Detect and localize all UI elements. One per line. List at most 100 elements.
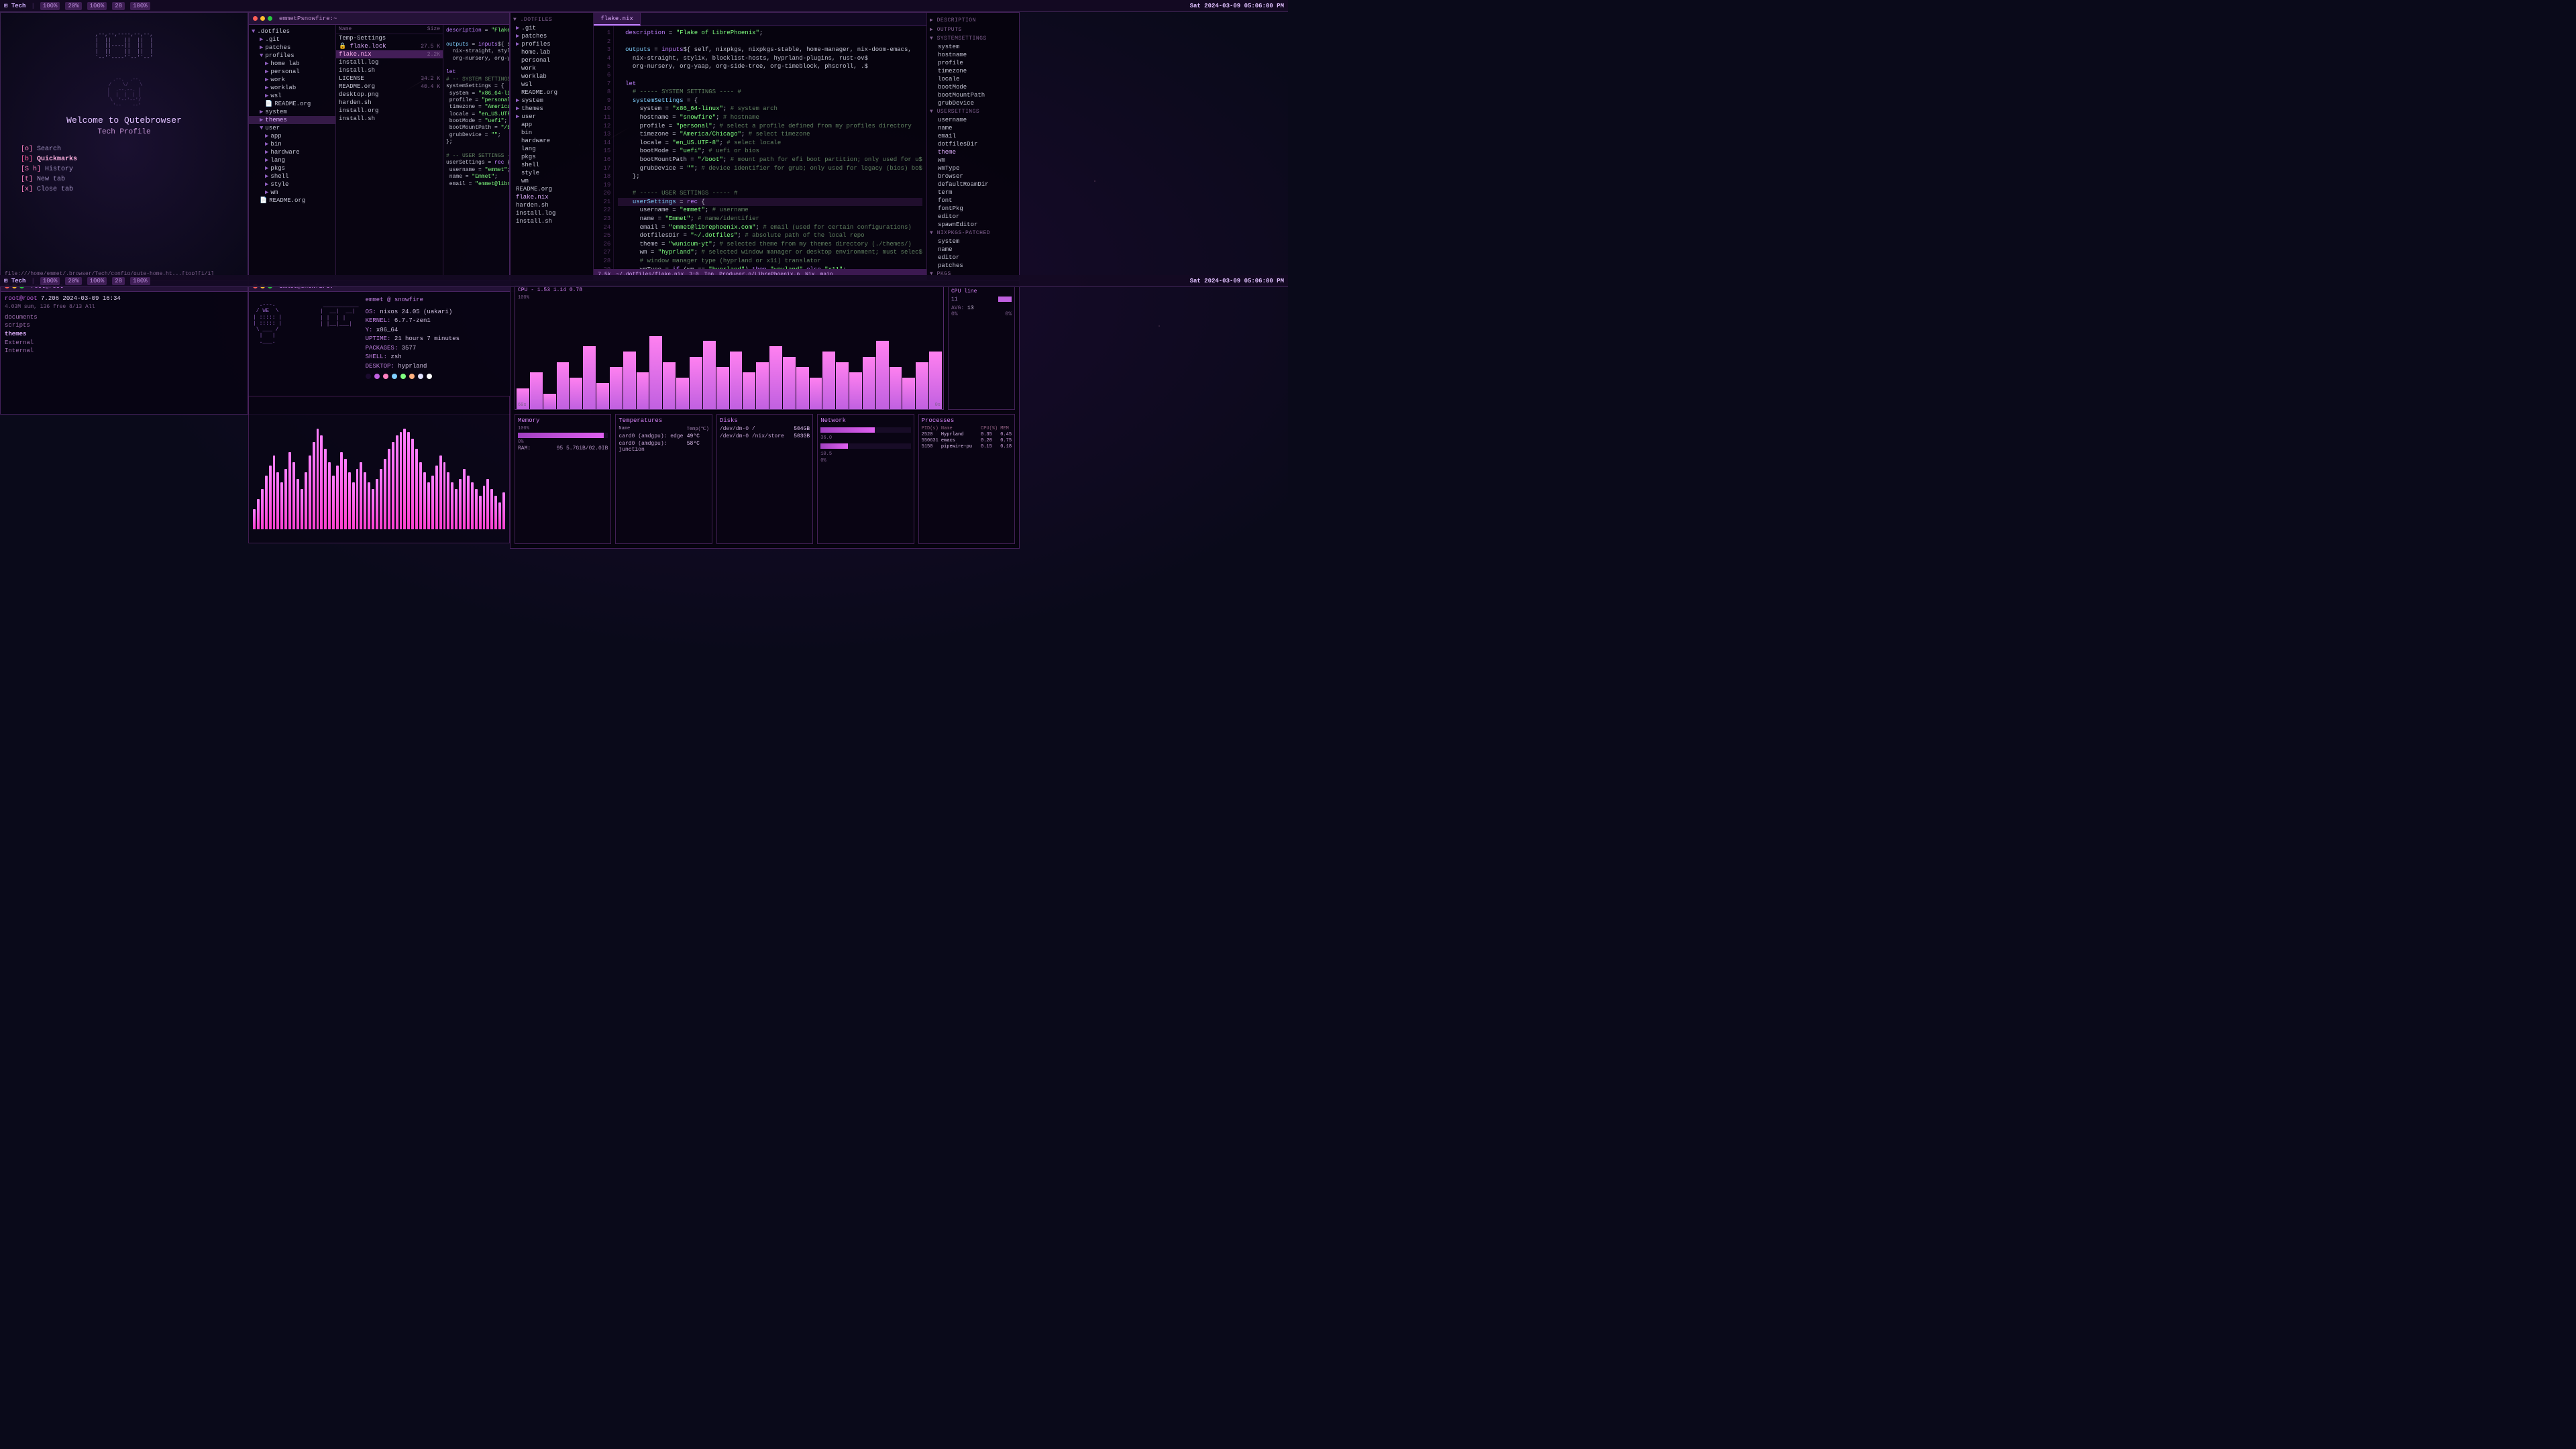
tree-patches[interactable]: ▶patches xyxy=(249,44,335,52)
outline-spawnedit[interactable]: spawnEditor xyxy=(927,221,1019,229)
nav-search[interactable]: [o] Search xyxy=(21,144,227,154)
tree-themes[interactable]: ▶themes xyxy=(249,116,335,124)
outline-wm[interactable]: wm xyxy=(927,156,1019,164)
editor-content[interactable]: 12345 678910 1112131415 1617181920 21222… xyxy=(594,26,926,269)
outline-defaultroam[interactable]: defaultRoamDir xyxy=(927,180,1019,189)
eft-wsl[interactable]: wsl xyxy=(511,80,593,89)
tree-work[interactable]: ▶work xyxy=(249,76,335,84)
outline-editor[interactable]: editor xyxy=(927,213,1019,221)
file-item-install3[interactable]: install.sh xyxy=(336,115,443,123)
nav-history[interactable]: [S h] History xyxy=(21,164,227,174)
file-item-desktop[interactable]: desktop.png xyxy=(336,91,443,99)
file-item-install2[interactable]: install.org xyxy=(336,107,443,115)
outline-name[interactable]: name xyxy=(927,124,1019,132)
nav-closetab[interactable]: [x] Close tab xyxy=(21,184,227,195)
eft-themes[interactable]: ▶themes xyxy=(511,105,593,113)
eft-style[interactable]: style xyxy=(511,169,593,177)
tree-wm[interactable]: ▶wm xyxy=(249,189,335,197)
file-item-license[interactable]: LICENSE34.2 K xyxy=(336,74,443,83)
tree-dotfiles[interactable]: ▼.dotfiles xyxy=(249,28,335,36)
wm-close[interactable] xyxy=(253,16,258,21)
outline-nix-name[interactable]: name xyxy=(927,246,1019,254)
eft-lang[interactable]: lang xyxy=(511,145,593,153)
outline-username[interactable]: username xyxy=(927,116,1019,124)
outline-nix-editor[interactable]: editor xyxy=(927,254,1019,262)
outline-browser[interactable]: browser xyxy=(927,172,1019,180)
outline-bootmode[interactable]: bootMode xyxy=(927,83,1019,91)
eft-git[interactable]: ▶.git xyxy=(511,24,593,32)
eft-personal[interactable]: personal xyxy=(511,56,593,64)
eft-work[interactable]: work xyxy=(511,64,593,72)
outline-section-out: ▶ outputs xyxy=(927,25,1019,34)
eft-section-dotfiles: ▼ .dotfiles xyxy=(511,15,593,24)
tree-homelab[interactable]: ▶home lab xyxy=(249,60,335,68)
tree-user[interactable]: ▼user xyxy=(249,124,335,132)
nav-quickmarks[interactable]: [b] Quickmarks xyxy=(21,154,227,164)
file-item-harden[interactable]: harden.sh xyxy=(336,99,443,107)
file-item-flakenix[interactable]: flake.nix2.2K xyxy=(336,50,443,58)
wm-min[interactable] xyxy=(260,16,265,21)
outline-tz[interactable]: timezone xyxy=(927,67,1019,75)
tree-git[interactable]: ▶.git xyxy=(249,36,335,44)
tree-readme-profiles[interactable]: 📄README.org xyxy=(249,100,335,108)
eft-wm[interactable]: wm xyxy=(511,177,593,185)
outline-theme[interactable]: theme xyxy=(927,148,1019,156)
eft-worklab[interactable]: worklab xyxy=(511,72,593,80)
tree-hardware[interactable]: ▶hardware xyxy=(249,148,335,156)
eft-profiles[interactable]: ▶profiles xyxy=(511,40,593,48)
outline-grub[interactable]: grubDevice xyxy=(927,99,1019,107)
tree-lang[interactable]: ▶lang xyxy=(249,156,335,164)
eft-patches[interactable]: ▶patches xyxy=(511,32,593,40)
file-tree[interactable]: ▼.dotfiles ▶.git ▶patches ▼profiles ▶hom… xyxy=(249,25,336,280)
outline-term[interactable]: term xyxy=(927,189,1019,197)
eft-hardensh[interactable]: harden.sh xyxy=(511,201,593,209)
file-item-flakelock[interactable]: 🔒 flake.lock27.5 K xyxy=(336,42,443,50)
file-item-readme[interactable]: README.org40.4 K xyxy=(336,83,443,91)
eft-hardware[interactable]: hardware xyxy=(511,137,593,145)
tree-shell[interactable]: ▶shell xyxy=(249,172,335,180)
outline-email[interactable]: email xyxy=(927,132,1019,140)
wm-max[interactable] xyxy=(268,16,272,21)
tree-readme-main[interactable]: 📄README.org xyxy=(249,197,335,205)
tree-pkgs[interactable]: ▶pkgs xyxy=(249,164,335,172)
eft-bin[interactable]: bin xyxy=(511,129,593,137)
eft-installog[interactable]: install.log xyxy=(511,209,593,217)
editor-filetree[interactable]: ▼ .dotfiles ▶.git ▶patches ▶profiles hom… xyxy=(511,13,594,280)
outline-font[interactable]: font xyxy=(927,197,1019,205)
tree-system[interactable]: ▶system xyxy=(249,108,335,116)
tree-personal[interactable]: ▶personal xyxy=(249,68,335,76)
file-item-installog[interactable]: install.log xyxy=(336,58,443,66)
tree-wsl[interactable]: ▶wsl xyxy=(249,92,335,100)
outline-system[interactable]: system xyxy=(927,43,1019,51)
eft-flakenix[interactable]: flake.nix xyxy=(511,193,593,201)
outline-dotfilesdir[interactable]: dotfilesDir xyxy=(927,140,1019,148)
outline-fontpkg[interactable]: fontPkg xyxy=(927,205,1019,213)
tree-worklab[interactable]: ▶worklab xyxy=(249,84,335,92)
cpu-bar-segment xyxy=(863,357,875,409)
eft-user[interactable]: ▶user xyxy=(511,113,593,121)
tree-profiles[interactable]: ▼profiles xyxy=(249,52,335,60)
outline-locale[interactable]: locale xyxy=(927,75,1019,83)
tree-app[interactable]: ▶app xyxy=(249,132,335,140)
nav-newtab[interactable]: [t] New tab xyxy=(21,174,227,184)
outline-nix-sys[interactable]: system xyxy=(927,237,1019,246)
file-item-installsh[interactable]: install.sh xyxy=(336,66,443,74)
eft-pkgs[interactable]: pkgs xyxy=(511,153,593,161)
tree-bin[interactable]: ▶bin xyxy=(249,140,335,148)
eft-installsh[interactable]: install.sh xyxy=(511,217,593,225)
eft-system[interactable]: ▶system xyxy=(511,97,593,105)
outline-wmtype[interactable]: wmType xyxy=(927,164,1019,172)
tree-style[interactable]: ▶style xyxy=(249,180,335,189)
eft-homelab[interactable]: home.lab xyxy=(511,48,593,56)
code-editor-body[interactable]: description = "Flake of LibrePhoenix"; o… xyxy=(614,26,926,269)
file-item-temp[interactable]: Temp-Settings xyxy=(336,34,443,42)
outline-nix-patches[interactable]: patches xyxy=(927,262,1019,270)
eft-app[interactable]: app xyxy=(511,121,593,129)
tab-flakenix[interactable]: flake.nix xyxy=(594,13,641,25)
outline-profile[interactable]: profile xyxy=(927,59,1019,67)
eft-readme[interactable]: README.org xyxy=(511,185,593,193)
eft-shell[interactable]: shell xyxy=(511,161,593,169)
outline-hostname[interactable]: hostname xyxy=(927,51,1019,59)
eft-readme-p[interactable]: README.org xyxy=(511,89,593,97)
outline-bootmp[interactable]: bootMountPath xyxy=(927,91,1019,99)
